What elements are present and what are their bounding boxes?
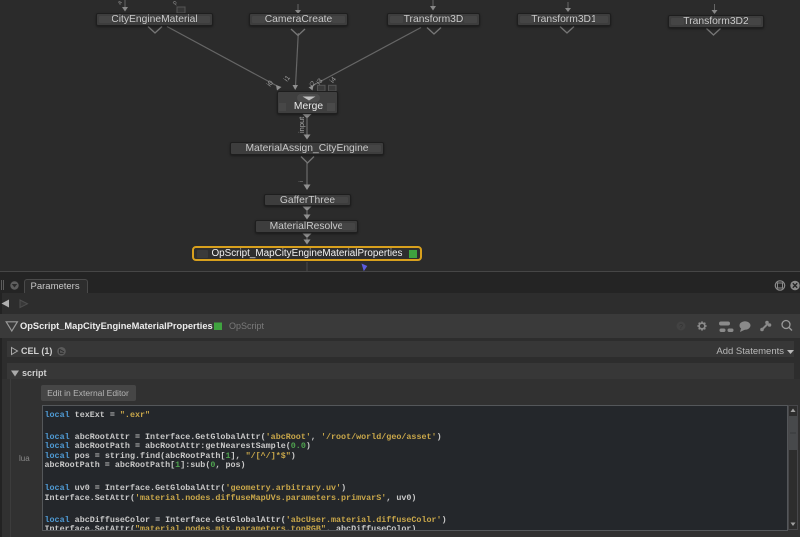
svg-text:a: a [117, 0, 124, 6]
svg-text:?: ? [679, 324, 683, 331]
svg-text:input: input [297, 116, 306, 133]
svg-text:i1: i1 [283, 75, 292, 84]
svg-text:i0: i0 [266, 80, 275, 89]
svg-text:i: i [299, 181, 305, 182]
svg-text:i4: i4 [329, 76, 338, 85]
svg-text:p: p [172, 0, 179, 6]
